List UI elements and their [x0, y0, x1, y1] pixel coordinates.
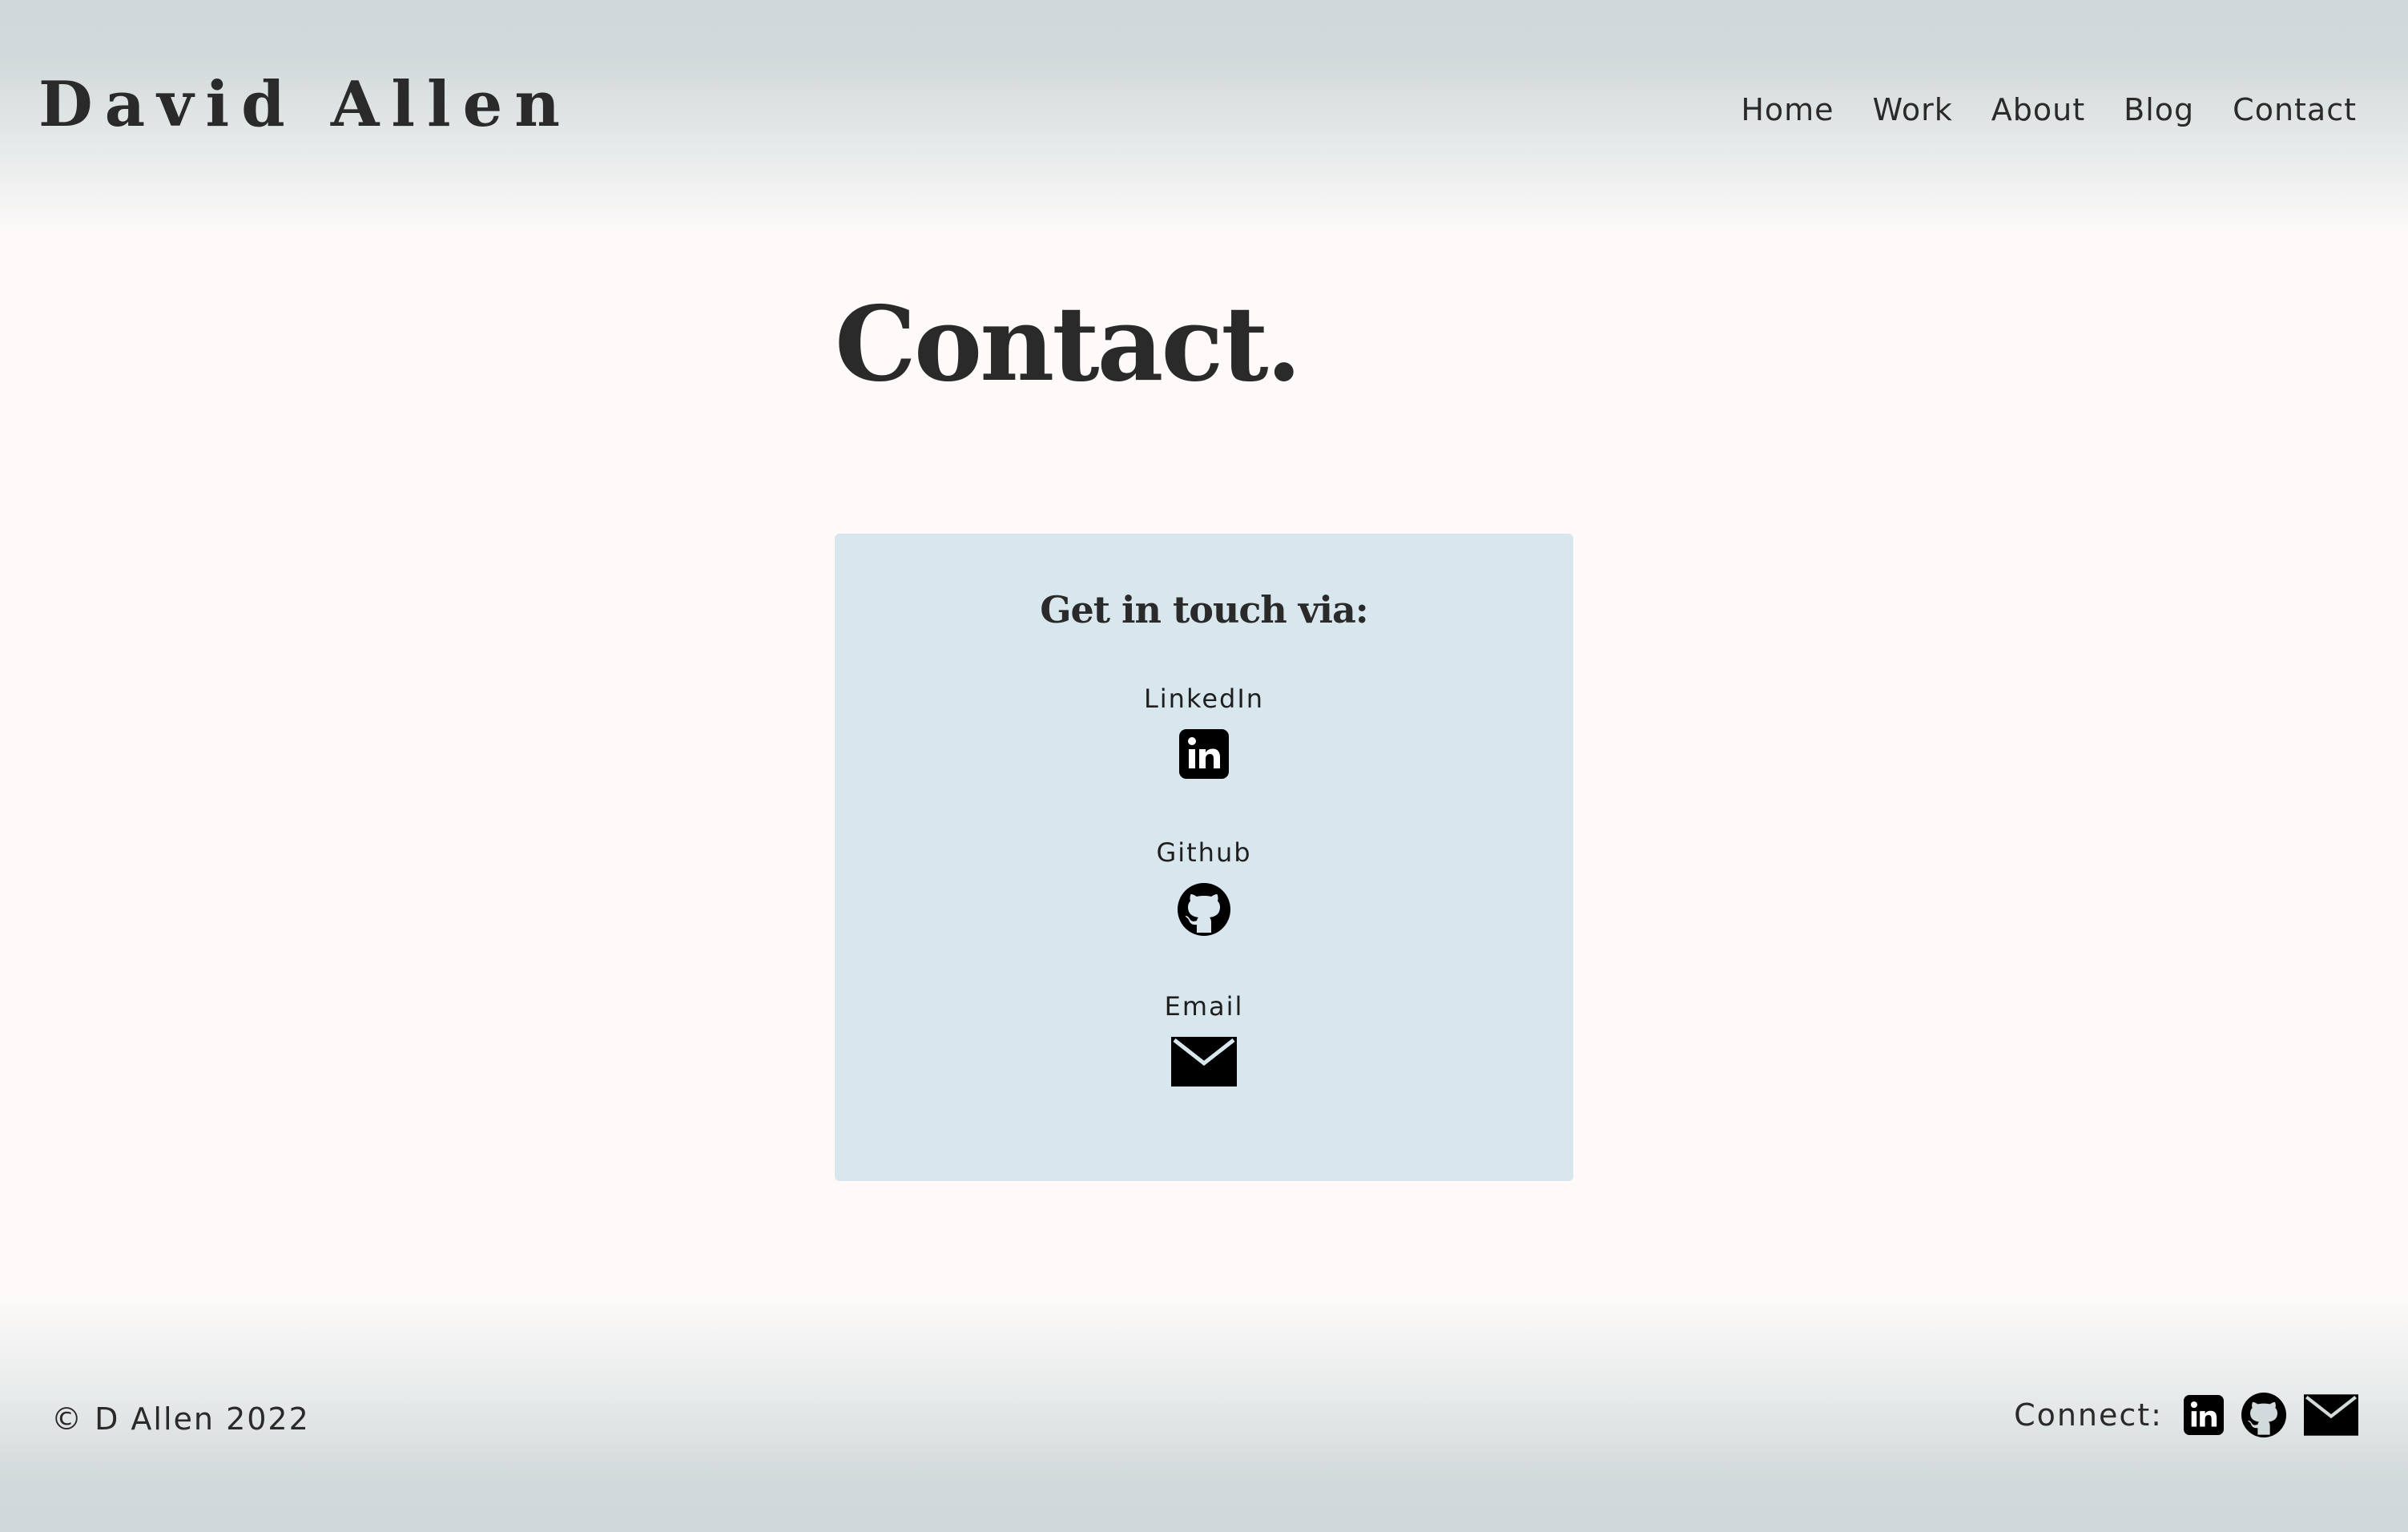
- nav-work-link[interactable]: Work: [1873, 95, 1953, 125]
- nav-home-link[interactable]: Home: [1741, 95, 1834, 125]
- linkedin-icon[interactable]: [2184, 1395, 2224, 1435]
- page-title: Contact.: [835, 284, 1302, 405]
- mail-icon[interactable]: [2304, 1394, 2358, 1436]
- nav-blog-link[interactable]: Blog: [2124, 95, 2194, 125]
- contact-card: Get in touch via: LinkedIn Github Email: [835, 534, 1573, 1181]
- email-label: Email: [1164, 991, 1244, 1022]
- contact-item-email: Email: [835, 994, 1573, 1090]
- site-title[interactable]: David Allen: [38, 74, 572, 136]
- nav-about-link[interactable]: About: [1991, 95, 2085, 125]
- card-heading: Get in touch via:: [1040, 588, 1369, 631]
- mail-icon[interactable]: [1171, 1037, 1237, 1090]
- footer-connect: Connect:: [2014, 1393, 2358, 1437]
- github-icon[interactable]: [2241, 1393, 2286, 1437]
- github-icon[interactable]: [1178, 883, 1230, 939]
- linkedin-icon[interactable]: [1179, 729, 1229, 782]
- github-label: Github: [1156, 837, 1252, 868]
- linkedin-label: LinkedIn: [1143, 683, 1265, 714]
- copyright-text: © D Allen 2022: [51, 1401, 310, 1437]
- main-nav: Home Work About Blog Contact: [1741, 95, 2357, 125]
- contact-item-github: Github: [835, 840, 1573, 939]
- nav-contact-link[interactable]: Contact: [2233, 95, 2357, 125]
- connect-label: Connect:: [2014, 1397, 2163, 1433]
- site-header: David Allen Home Work About Blog Contact: [0, 0, 2408, 232]
- site-footer: © D Allen 2022 Connect:: [0, 1298, 2408, 1532]
- contact-item-linkedin: LinkedIn: [835, 686, 1573, 782]
